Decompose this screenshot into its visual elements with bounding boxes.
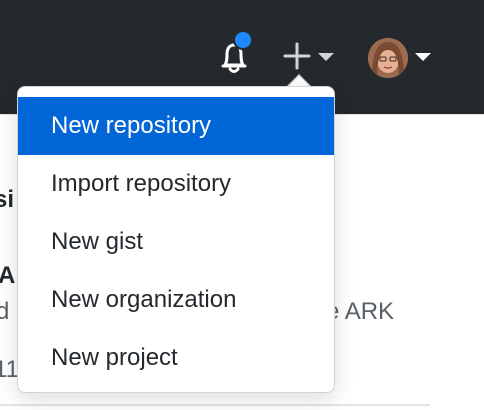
triangle-down-icon [415, 53, 431, 61]
page: si Al d e ARK 11 [0, 0, 484, 410]
plus-icon [283, 42, 334, 70]
menu-item-new-project[interactable]: New project [18, 329, 334, 387]
background-text-fragment-left: d [0, 298, 10, 325]
background-heading-fragment: si [0, 186, 15, 213]
menu-item-new-gist[interactable]: New gist [18, 213, 334, 271]
user-menu-toggle[interactable] [362, 33, 436, 81]
menu-item-import-repository[interactable]: Import repository [18, 155, 334, 213]
menu-item-new-repository[interactable]: New repository [18, 97, 334, 155]
background-text-fragment-right: e ARK [326, 298, 395, 325]
create-new-dropdown-menu: New repository Import repository New gis… [17, 86, 335, 393]
menu-item-new-organization[interactable]: New organization [18, 271, 334, 329]
background-divider [0, 404, 430, 406]
triangle-down-icon [318, 53, 334, 61]
unread-notification-dot [233, 30, 253, 50]
create-new-dropdown-toggle[interactable] [280, 36, 340, 76]
